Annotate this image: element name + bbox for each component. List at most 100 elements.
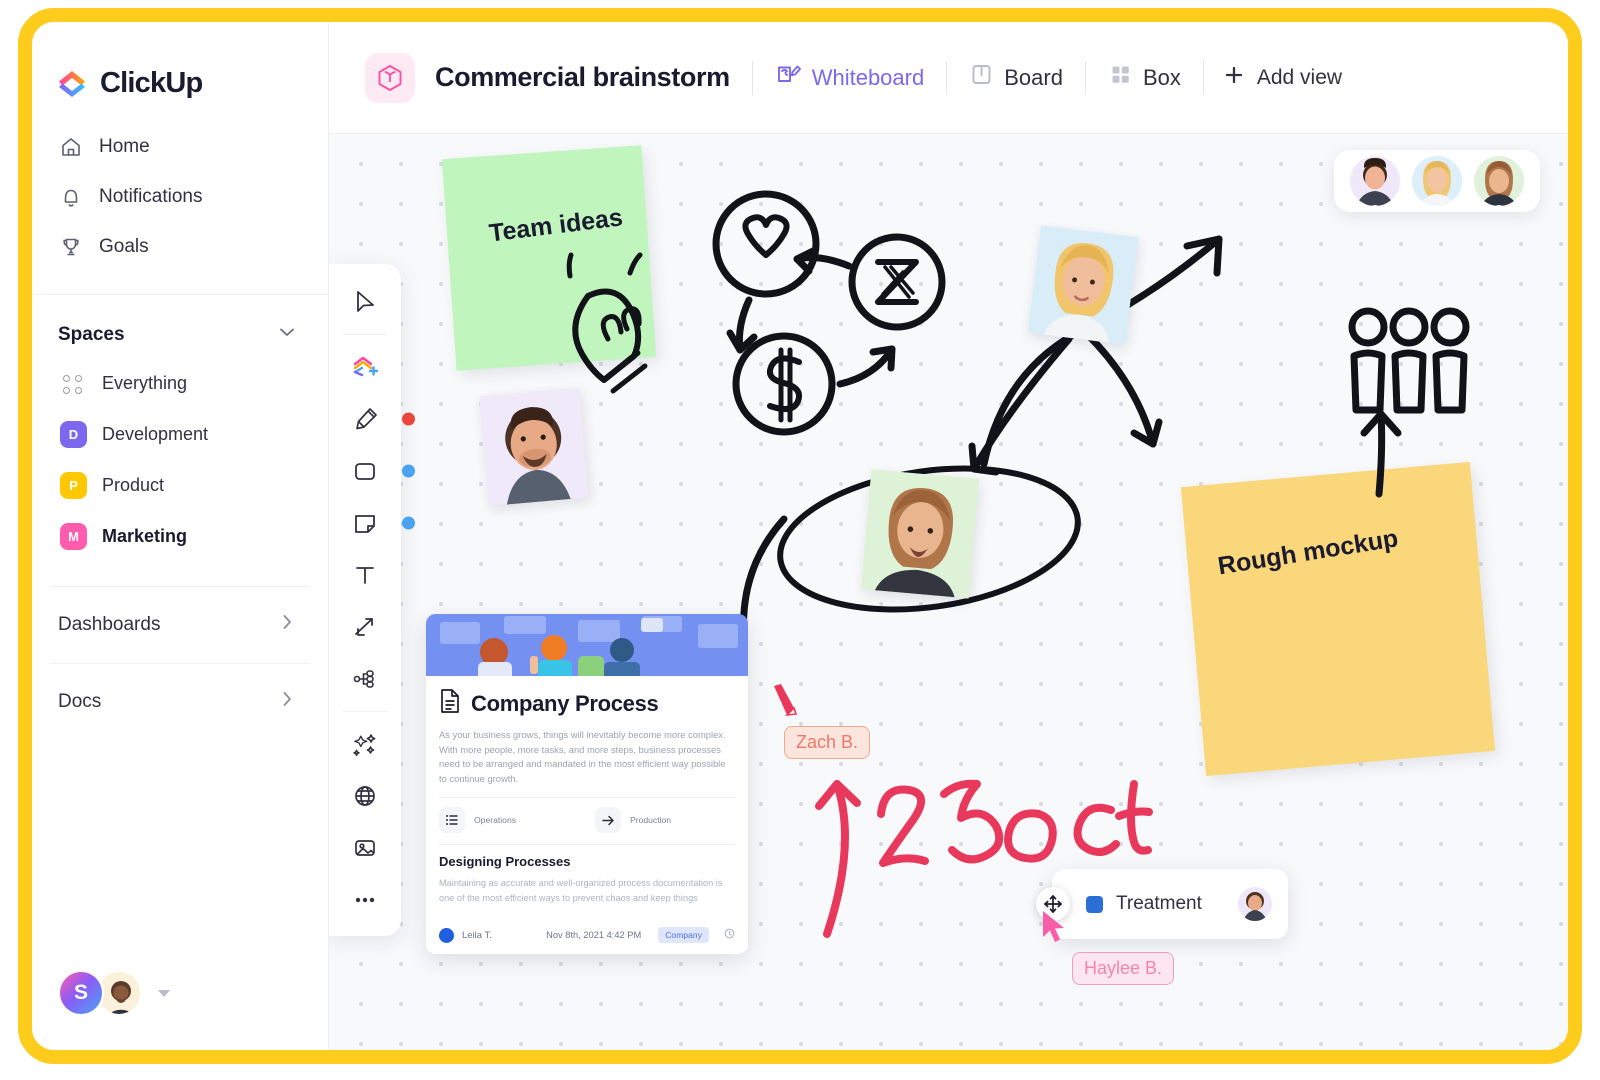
pen-cursor	[774, 684, 798, 717]
space-badge: M	[60, 523, 87, 550]
brand-logo[interactable]: ClickUp	[32, 22, 328, 100]
spaces-header[interactable]: Spaces	[32, 295, 328, 348]
sidebar-item-notifications[interactable]: Notifications	[32, 172, 328, 222]
chip-operations[interactable]: Operations	[439, 807, 595, 834]
sticky-note-team-ideas[interactable]: Team ideas	[441, 145, 657, 371]
section-label: Docs	[58, 691, 102, 712]
doc-card-banner	[426, 614, 748, 676]
grid-dots-icon	[60, 370, 87, 397]
sidebar-divider	[50, 663, 310, 664]
treatment-card[interactable]: Treatment	[1036, 869, 1288, 939]
sidebar: ClickUp Home Notifications Goals Spaces …	[32, 22, 329, 1050]
trophy-icon	[58, 235, 83, 260]
avatar[interactable]	[1350, 156, 1400, 206]
author-name: Leila T.	[462, 929, 492, 941]
sidebar-item-label: Home	[99, 136, 150, 157]
sidebar-item-everything[interactable]: Everything	[32, 358, 328, 409]
tab-label: Box	[1142, 64, 1181, 90]
sidebar-item-marketing[interactable]: M Marketing	[32, 511, 328, 562]
chevron-down-icon[interactable]	[158, 989, 170, 997]
avatar[interactable]	[1474, 156, 1524, 206]
text-tool[interactable]	[329, 549, 401, 601]
status-badge: Company	[658, 927, 709, 943]
mindmap-tool[interactable]	[329, 653, 401, 705]
space-label: Development	[102, 424, 209, 444]
tab-label: Board	[1004, 64, 1063, 90]
clickup-app: ClickUp Home Notifications Goals Spaces …	[32, 22, 1568, 1050]
shapes-library-tool[interactable]	[329, 341, 401, 393]
doc-card-footer: Leila T. Nov 8th, 2021 4:42 PM Company	[439, 926, 735, 944]
add-view-button[interactable]: Add view	[1204, 56, 1360, 100]
app-frame: ClickUp Home Notifications Goals Spaces …	[18, 8, 1582, 1064]
more-options-tool[interactable]	[329, 874, 401, 926]
board-icon	[969, 62, 994, 93]
doc-card-body: Company Process As your business grows, …	[426, 676, 748, 905]
space-label: Product	[102, 475, 165, 495]
tab-label: Whiteboard	[811, 64, 925, 90]
history-icon[interactable]	[724, 926, 735, 944]
chevron-right-icon[interactable]	[276, 611, 298, 639]
divider	[343, 334, 387, 335]
pen-color-dot[interactable]	[402, 412, 415, 426]
topbar: Commercial brainstorm Whiteboard Board B…	[329, 22, 1568, 134]
cursor-label-haylee: Haylee B.	[1072, 952, 1175, 985]
whiteboard-canvas[interactable]: Team ideas Rough mockup Company Process …	[329, 134, 1568, 1050]
connector-tool[interactable]	[329, 601, 401, 653]
space-label: Marketing	[102, 526, 188, 546]
sticky-note-tool[interactable]	[329, 497, 415, 549]
sticky-note-rough-mockup[interactable]: Rough mockup	[1180, 461, 1496, 777]
cursor-label-text: Haylee B.	[1084, 958, 1163, 978]
document-icon	[439, 688, 461, 719]
bell-icon	[58, 185, 83, 210]
pen-tool[interactable]	[329, 393, 415, 445]
sticky-color-dot[interactable]	[402, 516, 415, 530]
clickup-logo-icon	[55, 66, 89, 100]
photo-woman-center[interactable]	[860, 469, 980, 599]
doc-card-subheading: Designing Processes	[439, 854, 571, 870]
divider	[439, 797, 735, 799]
whiteboard-cube-icon	[365, 52, 415, 103]
sidebar-item-development[interactable]: D Development	[32, 409, 328, 460]
timestamp: Nov 8th, 2021 4:42 PM	[546, 930, 642, 940]
embedded-doc-card[interactable]: Company Process As your business grows, …	[426, 614, 748, 954]
chevron-right-icon[interactable]	[276, 688, 298, 716]
sidebar-item-label: Notifications	[99, 186, 203, 207]
chip-production[interactable]: Production	[595, 807, 671, 834]
tab-whiteboard[interactable]: Whiteboard	[753, 56, 947, 100]
workspace-avatar[interactable]: S	[58, 970, 104, 1016]
doc-card-title: Company Process	[471, 690, 659, 716]
sidebar-item-goals[interactable]: Goals	[32, 222, 328, 272]
whiteboard-toolbar[interactable]	[329, 264, 415, 936]
sticky-note-text: Rough mockup	[1215, 524, 1401, 581]
section-label: Dashboards	[58, 614, 161, 635]
select-cursor-tool[interactable]	[329, 276, 401, 328]
divider	[439, 844, 735, 846]
space-badge: P	[60, 472, 87, 499]
box-icon	[1108, 62, 1133, 93]
sidebar-item-product[interactable]: P Product	[32, 460, 328, 511]
avatar[interactable]	[1412, 156, 1462, 206]
doc-card-title-row: Company Process	[439, 688, 735, 719]
embed-globe-tool[interactable]	[329, 770, 401, 822]
shape-color-dot[interactable]	[402, 464, 415, 478]
tab-box[interactable]: Box	[1086, 56, 1203, 100]
add-view-label: Add view	[1256, 65, 1343, 89]
assignee-avatar[interactable]	[1238, 887, 1272, 921]
space-label: Everything	[102, 373, 188, 393]
sidebar-item-home[interactable]: Home	[32, 122, 328, 172]
photo-woman-top[interactable]	[1027, 225, 1139, 345]
chevron-down-icon[interactable]	[276, 321, 298, 348]
spaces-title: Spaces	[58, 323, 125, 345]
tab-board[interactable]: Board	[947, 56, 1085, 100]
rectangle-tool[interactable]	[329, 445, 415, 497]
doc-card-paragraph-2: Maintaining as accurate and well-organiz…	[439, 878, 723, 903]
sidebar-footer: S	[32, 970, 170, 1016]
sticky-note-text: Team ideas	[487, 203, 625, 248]
sidebar-item-dashboards[interactable]: Dashboards	[32, 593, 328, 657]
image-tool[interactable]	[329, 822, 401, 874]
photo-man-left[interactable]	[479, 387, 589, 507]
primary-nav: Home Notifications Goals	[32, 122, 328, 272]
magic-ai-tool[interactable]	[329, 718, 401, 770]
sidebar-item-docs[interactable]: Docs	[32, 670, 328, 734]
whiteboard-icon	[775, 61, 802, 94]
